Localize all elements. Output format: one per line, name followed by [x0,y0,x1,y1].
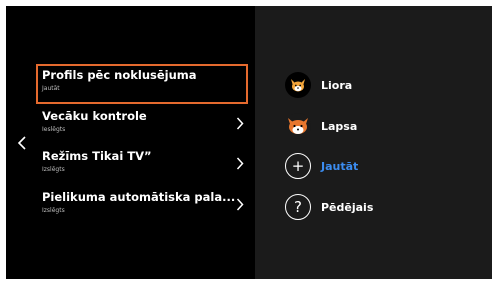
settings-item-tv-only-mode[interactable]: Režīms Tikai TV” Izslēgts [36,145,248,185]
chevron-right-icon [236,198,244,211]
settings-item-auto-launch[interactable]: Pielikuma automātiska pala... Izslēgts [36,186,248,226]
settings-item-value: Jautāt [42,85,60,92]
settings-item-title: Vecāku kontrole [42,109,147,123]
plus-icon: + [285,153,311,179]
settings-item-default-profile[interactable]: Profils pēc noklusējuma Jautāt [36,64,248,104]
settings-item-parental-control[interactable]: Vecāku kontrole Ieslēgts [36,105,248,145]
fox-avatar-icon [285,72,311,98]
profile-name: Jautāt [321,159,359,173]
settings-panel: Profils pēc noklusējuma Jautāt Vecāku ko… [6,6,255,279]
back-arrow-icon[interactable] [17,136,27,150]
settings-item-title: Profils pēc noklusējuma [42,68,197,82]
fox-avatar-icon [285,113,311,139]
settings-item-title: Režīms Tikai TV” [42,149,152,163]
settings-item-value: Izslēgts [42,166,65,173]
profile-name: Liora [321,78,353,92]
chevron-right-icon [236,157,244,170]
tv-screen: Profils pēc noklusējuma Jautāt Vecāku ko… [6,6,492,279]
settings-item-title: Pielikuma automātiska pala... [42,190,236,204]
profile-option-lapsa[interactable]: Lapsa [285,112,357,140]
question-mark-icon: ? [285,194,311,220]
profile-options-panel [255,6,492,279]
profile-option-last[interactable]: ? Pēdējais [285,193,373,221]
settings-item-value: Izslēgts [42,207,65,214]
profile-name: Lapsa [321,119,358,133]
profile-name: Pēdējais [321,200,374,214]
profile-option-ask[interactable]: + Jautāt [285,152,358,180]
settings-item-value: Ieslēgts [42,126,66,133]
profile-option-liora[interactable]: Liora [285,71,352,99]
chevron-right-icon [236,117,244,130]
